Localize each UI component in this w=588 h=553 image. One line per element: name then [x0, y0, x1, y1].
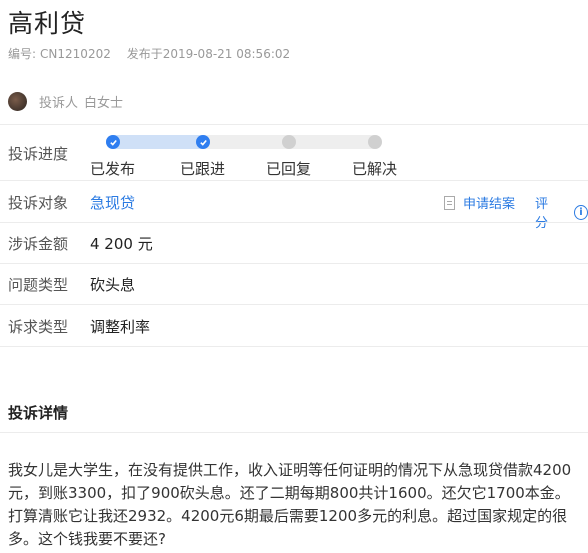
divider — [0, 304, 588, 305]
issue-type-label: 问题类型 — [8, 276, 69, 294]
details-title: 投诉详情 — [8, 404, 69, 422]
complainant-name: 白女士 — [84, 96, 124, 111]
rate-label: 评分 — [535, 197, 549, 231]
target-label: 投诉对象 — [8, 194, 69, 212]
check-icon — [109, 139, 117, 146]
progress-label: 投诉进度 — [8, 145, 69, 163]
progress-step-dot-4 — [368, 135, 382, 149]
complaint-meta: 编号: CN1210202 发布于2019-08-21 08:56:02 — [8, 45, 290, 62]
progress-track-fill — [106, 135, 210, 149]
target-link[interactable]: 急现贷 — [90, 192, 135, 213]
divider — [0, 222, 588, 223]
divider — [0, 124, 588, 125]
complainant-label: 投诉人 — [39, 96, 79, 111]
amount-value: 4 200 元 — [90, 235, 153, 253]
publish-time: 发布于2019-08-21 08:56:02 — [126, 47, 291, 61]
progress-step-dot-1 — [106, 135, 120, 149]
progress-step-label: 已跟进 — [180, 160, 226, 178]
apply-close-label: 申请结案 — [463, 197, 516, 212]
complainant: 投诉人 白女士 — [8, 92, 123, 111]
divider — [0, 180, 588, 181]
demand-type-value: 调整利率 — [90, 318, 151, 336]
rate-button[interactable]: 评分 i — [535, 193, 588, 231]
divider — [0, 432, 588, 433]
progress-step-dot-3 — [282, 135, 296, 149]
complaint-id-label: 编号: — [8, 47, 37, 61]
check-icon — [199, 139, 207, 146]
progress-step-label: 已回复 — [266, 160, 312, 178]
avatar — [8, 92, 27, 111]
progress-step-label: 已发布 — [90, 160, 136, 178]
divider — [0, 263, 588, 264]
complaint-id: CN1210202 — [40, 47, 111, 61]
document-icon — [444, 195, 455, 210]
progress-step-label: 已解决 — [352, 160, 398, 178]
issue-type-value: 砍头息 — [90, 276, 136, 294]
divider — [0, 346, 588, 347]
amount-label: 涉诉金额 — [8, 235, 69, 253]
info-icon[interactable]: i — [574, 204, 588, 220]
page-title: 高利贷 — [8, 9, 87, 38]
demand-type-label: 诉求类型 — [8, 318, 69, 336]
details-text: 我女儿是大学生，在没有提供工作，收入证明等任何证明的情况下从急现贷借款4200元… — [8, 461, 572, 548]
apply-close-button[interactable]: 申请结案 — [444, 193, 515, 212]
progress-step-dot-2 — [196, 135, 210, 149]
